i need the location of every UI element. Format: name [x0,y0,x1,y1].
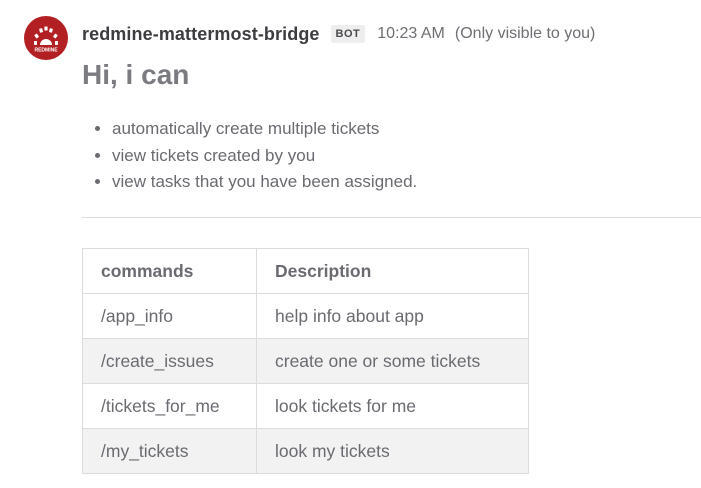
command-cell: /tickets_for_me [82,383,257,429]
table-row: /tickets_for_me look tickets for me [82,383,529,429]
description-cell: look my tickets [256,428,529,474]
commands-table: commands Description /app_info help info… [82,248,529,474]
command-cell: /my_tickets [82,428,257,474]
list-item: automatically create multiple tickets [112,116,417,143]
bot-post: REDMINE redmine-mattermost-bridge BOT 10… [0,0,701,488]
bot-badge: BOT [330,25,366,43]
list-item: view tasks that you have been assigned. [112,169,417,196]
avatar-text: REDMINE [34,48,58,54]
post-time[interactable]: 10:23 AM [377,25,445,43]
column-header-commands: commands [82,248,257,294]
author-name[interactable]: redmine-mattermost-bridge [82,24,320,45]
table-row: /app_info help info about app [82,293,529,339]
description-cell: create one or some tickets [256,338,529,384]
capabilities-list: automatically create multiple tickets vi… [82,116,417,196]
list-item: view tickets created by you [112,143,417,170]
table-row: /my_tickets look my tickets [82,428,529,474]
post-header: redmine-mattermost-bridge BOT 10:23 AM (… [82,22,595,46]
redmine-logo-icon[interactable]: REDMINE [24,16,68,60]
table-row: /create_issues create one or some ticket… [82,338,529,384]
column-header-description: Description [256,248,529,294]
command-cell: /create_issues [82,338,257,384]
command-cell: /app_info [82,293,257,339]
divider [82,217,701,218]
description-cell: look tickets for me [256,383,529,429]
description-cell: help info about app [256,293,529,339]
visibility-note: (Only visible to you) [454,25,596,42]
table-header-row: commands Description [82,248,529,294]
message-heading: Hi, i can [82,59,190,90]
